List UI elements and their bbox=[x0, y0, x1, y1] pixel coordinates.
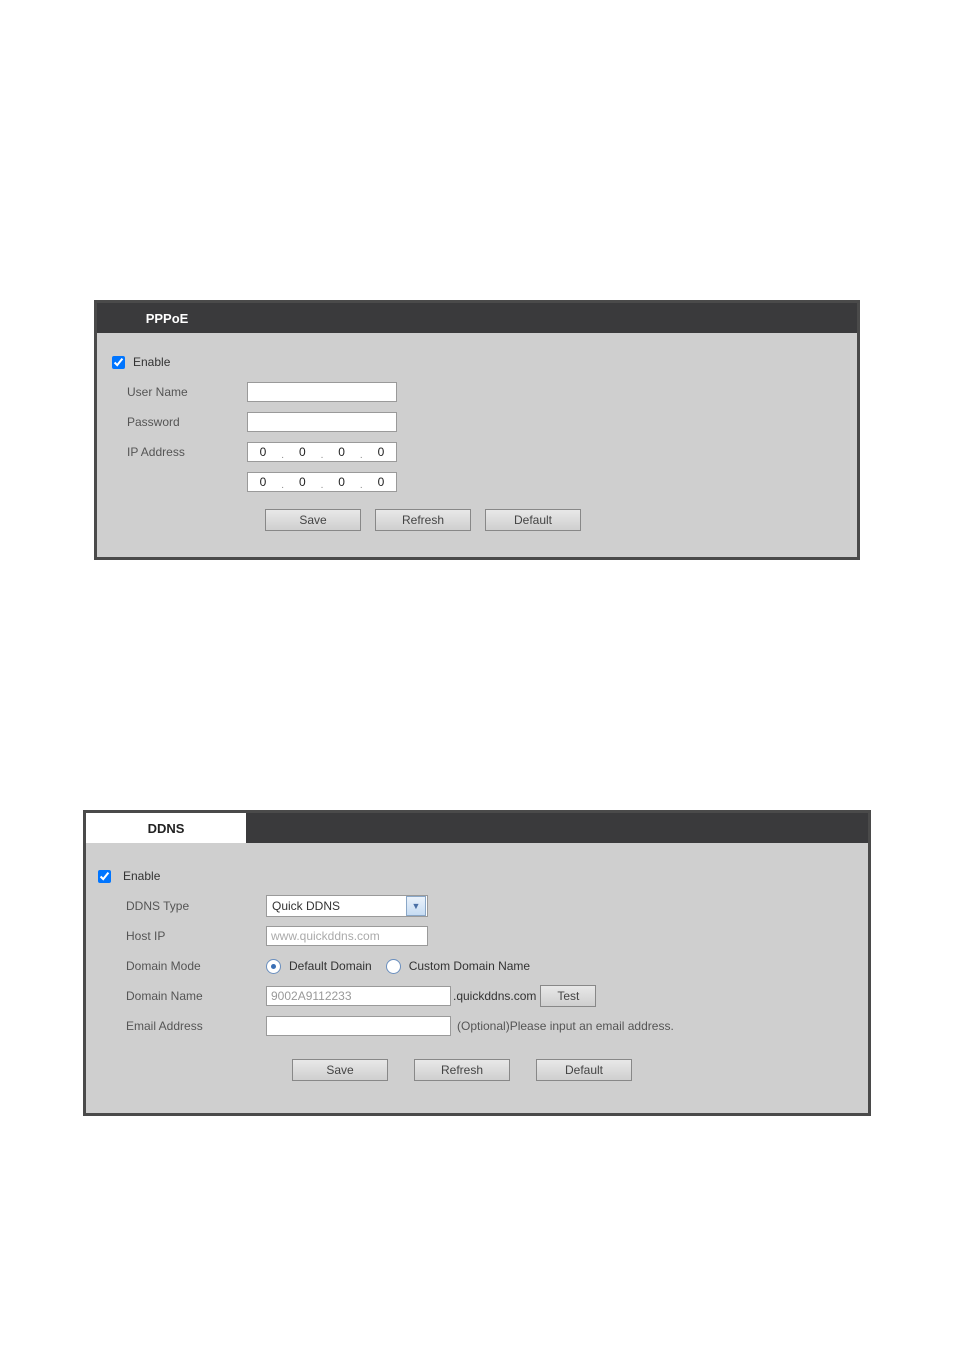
password-label: Password bbox=[97, 415, 247, 429]
domain-mode-custom-radio[interactable] bbox=[386, 959, 401, 974]
ddns-refresh-button[interactable]: Refresh bbox=[414, 1059, 510, 1081]
chevron-down-icon: ▼ bbox=[406, 896, 426, 916]
pppoe-title: PPPoE bbox=[97, 303, 237, 333]
pppoe-header: PPPoE bbox=[97, 303, 857, 333]
pppoe-refresh-button[interactable]: Refresh bbox=[375, 509, 471, 531]
email-hint: (Optional)Please input an email address. bbox=[457, 1019, 674, 1033]
ddns-type-select[interactable]: Quick DDNS ▼ bbox=[266, 895, 428, 917]
ddns-type-label: DDNS Type bbox=[86, 899, 266, 913]
password-input[interactable] bbox=[247, 412, 397, 432]
ddns-default-button[interactable]: Default bbox=[536, 1059, 632, 1081]
domain-mode-custom-label: Custom Domain Name bbox=[409, 959, 530, 973]
domain-name-label: Domain Name bbox=[86, 989, 266, 1003]
pppoe-enable-checkbox[interactable] bbox=[112, 356, 125, 369]
pppoe-panel: PPPoE Enable User Name Password IP Addre… bbox=[94, 300, 860, 560]
pppoe-default-button[interactable]: Default bbox=[485, 509, 581, 531]
domain-suffix: .quickddns.com bbox=[453, 989, 536, 1003]
ddns-save-button[interactable]: Save bbox=[292, 1059, 388, 1081]
domain-name-input[interactable] bbox=[266, 986, 451, 1006]
pppoe-enable-label: Enable bbox=[133, 355, 170, 369]
ip-address-1[interactable]: 0. 0. 0. 0 bbox=[247, 442, 397, 462]
email-input[interactable] bbox=[266, 1016, 451, 1036]
ddns-enable-label: Enable bbox=[123, 869, 160, 883]
domain-mode-default-radio[interactable] bbox=[266, 959, 281, 974]
ddns-panel: DDNS Enable DDNS Type Quick DDNS ▼ Host … bbox=[83, 810, 871, 1116]
ddns-header: DDNS bbox=[86, 813, 868, 843]
pppoe-save-button[interactable]: Save bbox=[265, 509, 361, 531]
hostip-input[interactable] bbox=[266, 926, 428, 946]
ddns-enable-checkbox[interactable] bbox=[98, 870, 111, 883]
test-button[interactable]: Test bbox=[540, 985, 596, 1007]
username-input[interactable] bbox=[247, 382, 397, 402]
ip-address-label: IP Address bbox=[97, 445, 247, 459]
email-label: Email Address bbox=[86, 1019, 266, 1033]
username-label: User Name bbox=[97, 385, 247, 399]
domain-mode-default-label: Default Domain bbox=[289, 959, 372, 973]
domain-mode-label: Domain Mode bbox=[86, 959, 266, 973]
ddns-title: DDNS bbox=[86, 813, 246, 843]
hostip-label: Host IP bbox=[86, 929, 266, 943]
ddns-type-value: Quick DDNS bbox=[267, 899, 405, 913]
ip-address-2[interactable]: 0. 0. 0. 0 bbox=[247, 472, 397, 492]
